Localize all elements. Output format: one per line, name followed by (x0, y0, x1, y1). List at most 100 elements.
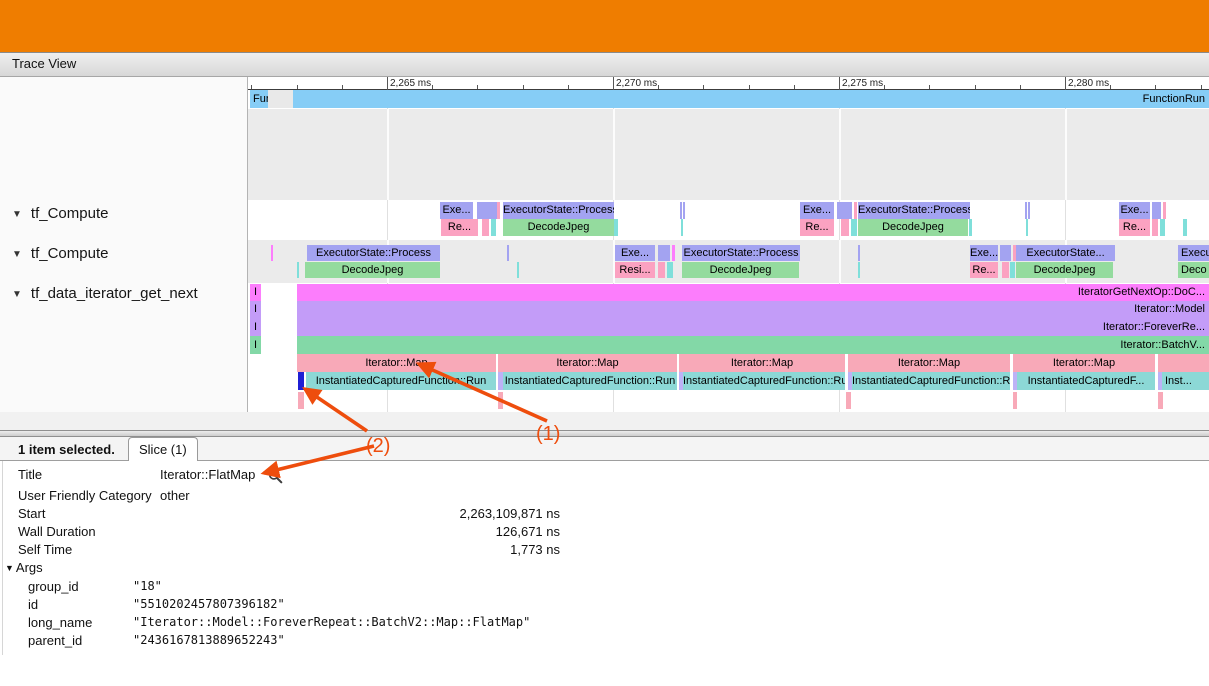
trace-slice[interactable] (1158, 392, 1163, 409)
trace-slice[interactable]: Iterator::Map (679, 354, 845, 372)
trace-slice[interactable]: Iterator::Map (297, 354, 496, 372)
trace-slice[interactable]: InstantiatedCapturedFunction::Run (852, 372, 1010, 390)
trace-slice[interactable]: InstantiatedCapturedFunction::Run (503, 372, 677, 390)
trace-slice[interactable] (680, 202, 682, 219)
trace-slice[interactable] (491, 219, 496, 236)
trace-slice[interactable] (507, 245, 509, 261)
chevron-down-icon[interactable]: ▼ (12, 249, 22, 260)
trace-slice[interactable] (854, 202, 857, 219)
trace-slice[interactable]: Inst... (1162, 372, 1209, 390)
trace-slice[interactable]: Iterator::BatchV... (297, 336, 1209, 354)
trace-slice[interactable] (681, 219, 683, 236)
trace-slice[interactable]: Deco (1178, 262, 1209, 278)
trace-slice[interactable]: DecodeJpeg (858, 219, 968, 236)
trace-slice[interactable]: Re... (441, 219, 478, 236)
search-icon[interactable] (268, 469, 283, 484)
trace-slice[interactable] (1026, 219, 1028, 236)
trace-slice[interactable] (846, 392, 851, 409)
args-expander-row[interactable]: ▼Args (0, 560, 700, 578)
trace-slice[interactable]: DecodeJpeg (1016, 262, 1113, 278)
triangle-down-icon[interactable]: ▼ (5, 563, 14, 573)
trace-slice[interactable] (1152, 202, 1161, 219)
trace-slice[interactable]: I (250, 336, 261, 354)
trace-slice[interactable]: ExecutorState::Process (682, 245, 800, 261)
selected-trace-slice[interactable] (298, 372, 304, 390)
trace-slice[interactable]: Execu (1178, 245, 1209, 261)
trace-slice[interactable] (851, 219, 857, 236)
trace-slice[interactable] (614, 219, 618, 236)
trace-slice[interactable] (498, 392, 503, 409)
trace-slice[interactable]: I (250, 301, 261, 318)
trace-slice[interactable]: I (250, 284, 261, 301)
trace-slice[interactable] (858, 245, 860, 261)
trace-slice[interactable] (482, 219, 489, 236)
trace-slice[interactable]: ExecutorState::Process (503, 202, 614, 219)
trace-slice[interactable] (1013, 392, 1017, 409)
sidebar-item-tf-compute-2[interactable]: ▼tf_Compute (12, 245, 108, 262)
trace-slice[interactable] (271, 245, 273, 261)
trace-slice[interactable] (841, 219, 849, 236)
trace-slice[interactable]: InstantiatedCapturedFunction::Run (683, 372, 845, 390)
trace-slice[interactable]: DecodeJpeg (682, 262, 799, 278)
time-ruler[interactable]: 2,265 ms2,270 ms2,275 ms2,280 ms (248, 77, 1209, 90)
trace-slice[interactable] (672, 245, 675, 261)
trace-slice[interactable]: InstantiatedCapturedF... (1017, 372, 1155, 390)
trace-slice[interactable]: Exe... (615, 245, 655, 261)
trace-slice[interactable]: FunctionRun (293, 90, 1209, 108)
trace-slice[interactable] (298, 392, 304, 409)
trace-slice[interactable]: Iterator::ForeverRe... (297, 318, 1209, 336)
trace-slice[interactable]: Fun (250, 90, 268, 108)
trace-slice[interactable]: Iterator::Map (1013, 354, 1155, 372)
trace-slice[interactable] (837, 202, 852, 219)
chevron-down-icon[interactable]: ▼ (12, 289, 22, 300)
trace-slice[interactable] (1028, 202, 1030, 219)
trace-slice[interactable] (497, 202, 500, 219)
sidebar-item-tf-compute-1[interactable]: ▼tf_Compute (12, 205, 108, 222)
arg-key: parent_id (28, 633, 82, 648)
trace-slice[interactable]: Re... (970, 262, 998, 278)
trace-slice[interactable]: ExecutorState... (1016, 245, 1115, 261)
trace-slice[interactable]: DecodeJpeg (503, 219, 614, 236)
chevron-down-icon[interactable]: ▼ (12, 209, 22, 220)
trace-slice[interactable] (1025, 202, 1027, 219)
trace-slice[interactable]: I (250, 318, 261, 336)
trace-slice[interactable]: IteratorGetNextOp::DoC... (297, 284, 1209, 301)
trace-slice[interactable] (667, 262, 673, 278)
trace-slice[interactable]: DecodeJpeg (307, 262, 438, 278)
panel-splitter-handle[interactable] (0, 430, 1209, 437)
trace-slice[interactable]: Iterator::Map (848, 354, 1010, 372)
trace-slice[interactable]: ExecutorState::Process (307, 245, 440, 261)
timeline-canvas[interactable]: 2,265 ms2,270 ms2,275 ms2,280 ms Fun Func… (248, 77, 1209, 412)
trace-slice[interactable] (683, 202, 685, 219)
trace-slice[interactable] (297, 262, 299, 278)
tab-slice[interactable]: Slice (1) (128, 437, 198, 461)
trace-slice[interactable]: Exe... (440, 202, 473, 219)
trace-slice[interactable]: ExecutorState::Process (858, 202, 970, 219)
trace-slice[interactable] (1163, 202, 1166, 219)
trace-slice[interactable] (438, 262, 440, 278)
trace-slice[interactable]: Exe... (970, 245, 998, 261)
trace-slice[interactable] (477, 202, 497, 219)
trace-slice[interactable]: InstantiatedCapturedFunction::Run (306, 372, 496, 390)
trace-slice[interactable] (1158, 354, 1209, 372)
trace-slice[interactable]: Exe... (800, 202, 834, 219)
trace-slice[interactable] (1160, 219, 1165, 236)
trace-slice[interactable]: Iterator::Map (498, 354, 677, 372)
trace-slice[interactable] (1152, 219, 1158, 236)
trace-slice[interactable] (1000, 245, 1011, 261)
trace-slice[interactable]: Re... (1119, 219, 1150, 236)
trace-slice[interactable] (658, 262, 665, 278)
trace-slice[interactable] (1183, 219, 1187, 236)
ruler-major-tick (613, 77, 614, 90)
trace-slice[interactable]: Re... (800, 219, 834, 236)
trace-slice[interactable]: Iterator::Model (297, 301, 1209, 318)
sidebar-item-tf-data-iterator-get-next[interactable]: ▼tf_data_iterator_get_next (12, 285, 198, 302)
trace-slice[interactable]: Resi... (615, 262, 655, 278)
trace-slice[interactable] (517, 262, 519, 278)
trace-slice[interactable] (1010, 262, 1015, 278)
trace-slice[interactable] (658, 245, 670, 261)
trace-slice[interactable] (858, 262, 860, 278)
trace-slice[interactable] (1002, 262, 1009, 278)
trace-slice[interactable] (969, 219, 972, 236)
trace-slice[interactable]: Exe... (1119, 202, 1150, 219)
